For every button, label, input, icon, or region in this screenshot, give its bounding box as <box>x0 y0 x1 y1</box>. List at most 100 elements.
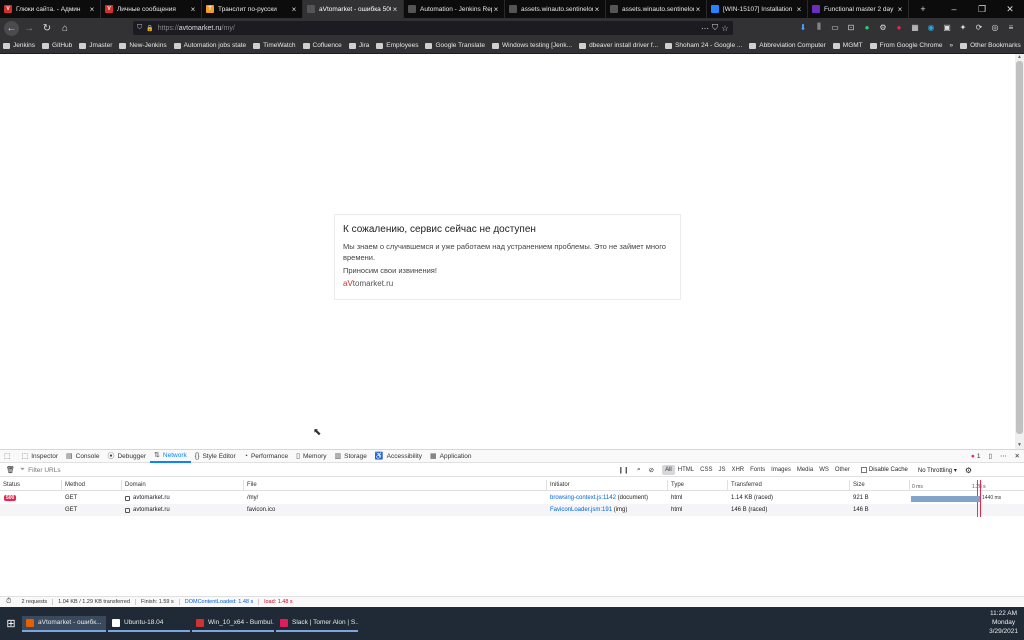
taskbar-item[interactable]: Win_10_x64 - Bumbul... <box>192 616 274 632</box>
bookmark-item[interactable]: Automation jobs state <box>173 42 246 49</box>
extension-grid-icon[interactable]: ▦ <box>910 22 920 32</box>
account-icon[interactable]: ◎ <box>990 22 1000 32</box>
type-filter-ws[interactable]: WS <box>816 465 832 475</box>
scroll-thumb[interactable] <box>1016 61 1023 434</box>
bookmark-item[interactable]: Cofluence <box>302 42 342 49</box>
bookmark-item[interactable]: Shoham 24 - Google ... <box>665 42 742 49</box>
devtools-tab-style-editor[interactable]: {} Style Editor <box>191 450 240 463</box>
type-filter-media[interactable]: Media <box>794 465 816 475</box>
bookmark-item[interactable]: Employees <box>376 42 418 49</box>
bookmark-item[interactable]: dbeaver install driver f... <box>579 42 658 49</box>
type-filter-other[interactable]: Other <box>832 465 853 475</box>
browser-tab[interactable]: assets.winauto.sentinelone. × <box>505 0 606 18</box>
devtools-menu-icon[interactable]: ⋯ <box>996 450 1011 463</box>
sidebar-icon[interactable]: ▭ <box>830 22 840 32</box>
browser-tab[interactable]: T Транслит по-русски × <box>202 0 303 18</box>
screenshot-icon[interactable]: ⊡ <box>846 22 856 32</box>
scroll-up-icon[interactable]: ▲ <box>1015 54 1024 61</box>
type-filter-fonts[interactable]: Fonts <box>747 465 768 475</box>
bookmark-item[interactable]: Google Translate <box>425 42 485 49</box>
devtools-tab-inspector[interactable]: ⬚ Inspector <box>18 450 62 463</box>
browser-tab[interactable]: Functional master 2 day × <box>808 0 909 18</box>
tab-close-icon[interactable]: × <box>694 5 702 14</box>
new-tab-button[interactable]: + <box>909 0 937 18</box>
back-button[interactable]: ← <box>4 20 19 36</box>
devtools-close-icon[interactable]: ✕ <box>1011 450 1024 463</box>
column-header-waterfall[interactable] <box>909 480 1024 490</box>
browser-tab[interactable]: [WIN-15107] Installation × <box>707 0 808 18</box>
browser-tab[interactable]: V Глюки сайта. - Админ × <box>0 0 101 18</box>
bookmark-item[interactable]: Abbreviation Computer <box>749 42 826 49</box>
column-header-status[interactable]: Status <box>0 480 61 490</box>
extension-puzzle-icon[interactable]: ✦ <box>958 22 968 32</box>
tab-close-icon[interactable]: × <box>189 5 197 14</box>
start-button[interactable]: ⊞ <box>0 607 22 640</box>
column-header-type[interactable]: Type <box>667 480 727 490</box>
home-button[interactable]: ⌂ <box>57 20 73 36</box>
devtools-tab-application[interactable]: ▦ Application <box>426 450 475 463</box>
extension-box-icon[interactable]: ▣ <box>942 22 952 32</box>
close-window-button[interactable]: ✕ <box>996 0 1024 18</box>
forward-button[interactable]: → <box>21 20 37 36</box>
bookmark-item[interactable]: Jmaster <box>79 42 112 49</box>
browser-tab[interactable]: assets.winauto.sentinelone. × <box>606 0 707 18</box>
tab-close-icon[interactable]: × <box>492 5 500 14</box>
type-filter-all[interactable]: All <box>662 465 675 475</box>
bookmark-item[interactable]: From Google Chrome <box>869 42 943 49</box>
extension-red-icon[interactable]: ● <box>894 22 904 32</box>
filter-urls-input[interactable] <box>28 466 619 474</box>
tab-close-icon[interactable]: × <box>795 5 803 14</box>
initiator-link[interactable]: FaviconLoader.jsm:191 <box>550 507 612 513</box>
lock-icon[interactable]: 🔒 <box>146 25 153 32</box>
browser-tab[interactable]: V Личные сообщения × <box>101 0 202 18</box>
bookmark-item[interactable]: Jenkins <box>3 42 35 49</box>
tab-close-icon[interactable]: × <box>896 5 904 14</box>
shield-icon[interactable]: ⛉ <box>137 24 142 32</box>
type-filter-js[interactable]: JS <box>715 465 728 475</box>
trash-icon[interactable]: 🗑 <box>6 466 15 474</box>
bookmark-item[interactable]: New-Jenkins <box>119 42 167 49</box>
url-bar[interactable]: ⛉ 🔒 https:// avtomarket.ru /my/ ⋯ ⛉ ☆ <box>133 21 733 35</box>
minimize-button[interactable]: – <box>940 0 968 18</box>
extension-blue-icon[interactable]: ◉ <box>926 22 936 32</box>
devtools-tab-debugger[interactable]: ⦿ Debugger <box>103 450 150 463</box>
bookmark-item[interactable]: Jira <box>348 42 369 49</box>
devtools-tab-memory[interactable]: ▯ Memory <box>292 450 330 463</box>
system-clock[interactable]: 11:22 AM Monday 3/29/2021 <box>989 609 1018 636</box>
devtools-tab-console[interactable]: ▤ Console <box>62 450 103 463</box>
page-actions-icon[interactable]: ⋯ <box>700 23 710 33</box>
library-icon[interactable]: ⫼ <box>814 22 824 32</box>
menu-icon[interactable]: ≡ <box>1006 22 1016 32</box>
search-icon[interactable]: ⌕ <box>637 466 641 474</box>
pocket-icon[interactable]: ⛉ <box>710 23 720 33</box>
devtools-tab-storage[interactable]: ▥ Storage <box>331 450 371 463</box>
reload-button[interactable]: ↻ <box>39 20 55 36</box>
bookmark-item[interactable]: Windows testing [Jenk... <box>491 42 572 49</box>
network-request-row[interactable]: GET avtomarket.ru favicon.ico FaviconLoader… <box>0 504 1024 516</box>
error-badge[interactable]: ● 1 <box>967 450 985 463</box>
pick-element-button[interactable]: ⬚ <box>0 450 18 463</box>
tab-close-icon[interactable]: × <box>593 5 601 14</box>
download-icon[interactable]: ⬇ <box>798 22 808 32</box>
column-header-transferred[interactable]: Transferred <box>727 480 849 490</box>
pause-icon[interactable]: ❙❙ <box>618 466 629 474</box>
extension-sync-icon[interactable]: ⟳ <box>974 22 984 32</box>
network-settings-icon[interactable]: ⚙ <box>965 466 972 475</box>
bookmark-item[interactable]: MGMT <box>832 42 863 49</box>
type-filter-xhr[interactable]: XHR <box>728 465 747 475</box>
brand-link[interactable]: aVtomarket.ru <box>343 279 672 288</box>
taskbar-item[interactable]: aVtomarket - ошибк... <box>22 615 106 632</box>
devtools-tab-accessibility[interactable]: ♿ Accessibility <box>371 450 426 463</box>
taskbar-item[interactable]: Slack | Tomer Alon | S... <box>276 616 358 632</box>
devtools-tab-performance[interactable]: ◔ Performance <box>240 450 292 463</box>
column-header-file[interactable]: File <box>243 480 546 490</box>
extension-green-icon[interactable]: ● <box>862 22 872 32</box>
bookmarks-overflow-button[interactable]: » <box>950 42 954 49</box>
taskbar-item[interactable]: Ubuntu-18.04 <box>108 616 190 632</box>
restore-button[interactable]: ❐ <box>968 0 996 18</box>
tab-close-icon[interactable]: × <box>88 5 96 14</box>
bookmark-item[interactable]: TimeWatch <box>253 42 296 49</box>
browser-tab[interactable]: Automation - Jenkins Report× <box>404 0 505 18</box>
dock-toggle-icon[interactable]: ▯ <box>984 450 996 463</box>
scroll-down-icon[interactable]: ▼ <box>1015 442 1024 449</box>
